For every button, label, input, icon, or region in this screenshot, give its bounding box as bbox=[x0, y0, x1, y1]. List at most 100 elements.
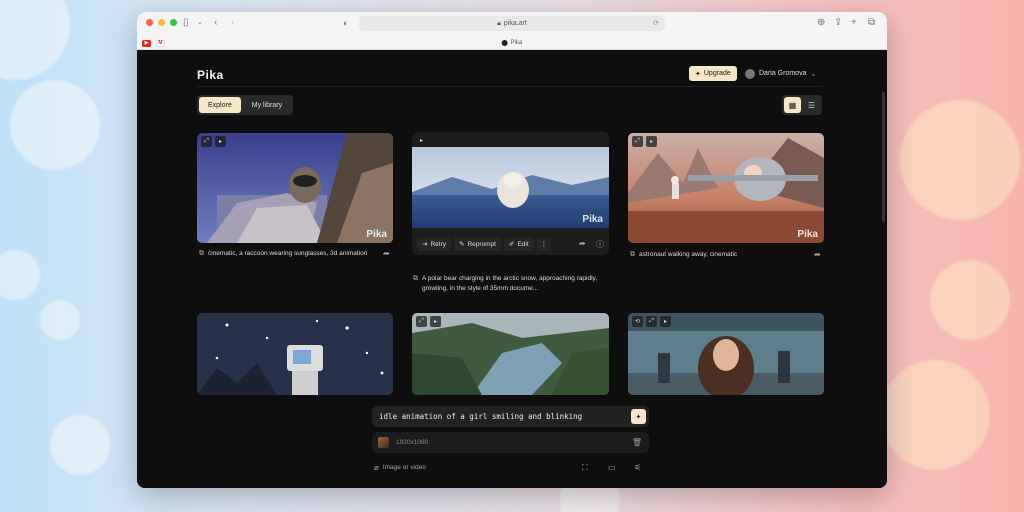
video-thumbnail-astronaut[interactable]: ⤢ ▸ Pika bbox=[628, 133, 824, 243]
share-icon[interactable]: ➦ bbox=[383, 249, 390, 258]
pika-page: Pika ✦ Upgrade Daria Gromova ⌄ Explore M… bbox=[137, 50, 887, 488]
asset-thumbnail[interactable] bbox=[378, 437, 389, 448]
edit-label: Edit bbox=[517, 240, 529, 248]
caption-polar-bear: ⧉ A polar bear charging in the arctic sn… bbox=[413, 274, 607, 294]
prompt-input[interactable]: idle animation of a girl smiling and bli… bbox=[372, 406, 649, 427]
share-icon[interactable]: ➦ bbox=[814, 250, 821, 259]
video-thumbnail-robot[interactable] bbox=[197, 313, 393, 395]
chevron-down-icon[interactable]: ⌄ bbox=[197, 16, 203, 30]
expand-icon[interactable]: ⤢ bbox=[201, 136, 212, 147]
list-view-icon[interactable]: ☰ bbox=[803, 97, 820, 113]
robot-snow-scene bbox=[197, 313, 393, 395]
more-options-button[interactable]: ⋮ bbox=[536, 237, 552, 251]
chevron-down-icon: ⌄ bbox=[810, 70, 817, 78]
tab-overview-icon[interactable]: ⧉ bbox=[868, 16, 875, 30]
zoom-window-button[interactable] bbox=[170, 19, 177, 26]
reprompt-button[interactable]: ✎ Reprompt bbox=[453, 237, 501, 251]
bokeh-light bbox=[10, 80, 100, 170]
expand-icon[interactable]: ⤢ bbox=[632, 136, 643, 147]
address-bar[interactable]: 🔒︎ pika.art ⟳ bbox=[359, 16, 665, 31]
refresh-icon[interactable]: ⟲ bbox=[632, 316, 643, 327]
thumbnail-controls: ⤢ ▸ bbox=[201, 136, 226, 147]
video-thumbnail-polar-bear[interactable]: Pika bbox=[412, 147, 609, 228]
video-card-polar-bear[interactable]: ▸ Pika ⇥ Retry ✎ Reprompt ✐ Edit ⋮ ➦ ⓘ bbox=[412, 132, 609, 255]
settings-sliders-icon[interactable]: ⚟ bbox=[634, 463, 641, 472]
privacy-shield-icon[interactable]: ◐ bbox=[343, 16, 348, 30]
forward-arrow-icon[interactable]: › bbox=[231, 16, 234, 30]
video-thumbnail-coast[interactable]: ⤢ ▸ bbox=[412, 313, 609, 395]
attach-button[interactable]: ⌀ Image or video bbox=[374, 463, 426, 472]
generate-button[interactable]: ✦ bbox=[631, 409, 646, 424]
pika-watermark: Pika bbox=[582, 214, 603, 225]
sidebar-toggle-icon[interactable]: ▯ bbox=[183, 16, 189, 30]
caption-text: A polar bear charging in the arctic snow… bbox=[422, 275, 598, 292]
sparkle-icon: ✦ bbox=[695, 70, 701, 78]
caption-text: cinematic, a raccoon wearing sunglasses,… bbox=[208, 250, 368, 257]
download-icon[interactable]: ⊕ bbox=[817, 16, 825, 30]
sparkle-icon: ✦ bbox=[635, 411, 642, 422]
play-icon[interactable]: ▸ bbox=[646, 136, 657, 147]
avatar bbox=[745, 68, 755, 79]
play-icon[interactable]: ▸ bbox=[215, 136, 226, 147]
play-icon[interactable]: ▸ bbox=[416, 135, 427, 146]
expand-icon[interactable]: ⤢ bbox=[416, 316, 427, 327]
tab-my-library[interactable]: My library bbox=[243, 97, 291, 113]
asset-resolution: 1920x1080 bbox=[396, 439, 429, 446]
prompt-text: idle animation of a girl smiling and bli… bbox=[379, 412, 583, 421]
paperclip-icon: ⌀ bbox=[374, 463, 379, 472]
tab-explore[interactable]: Explore bbox=[199, 97, 241, 113]
upgrade-button[interactable]: ✦ Upgrade bbox=[689, 66, 737, 81]
edit-button[interactable]: ✐ Edit bbox=[503, 237, 534, 251]
attach-label: Image or video bbox=[382, 464, 426, 471]
gmail-favicon-icon[interactable]: M bbox=[156, 39, 165, 47]
share-icon[interactable]: ⇪ bbox=[834, 16, 842, 30]
trash-icon[interactable]: 🗑︎ bbox=[632, 438, 642, 447]
page-scrollbar[interactable] bbox=[882, 92, 885, 222]
user-menu[interactable]: Daria Gromova ⌄ bbox=[745, 66, 816, 81]
thumbnail-controls: ⤢ ▸ bbox=[416, 316, 441, 327]
retry-button[interactable]: ⇥ Retry bbox=[417, 237, 451, 251]
expand-icon[interactable]: ⤢ bbox=[646, 316, 657, 327]
bokeh-light bbox=[40, 300, 80, 340]
youtube-favicon-icon[interactable]: ▶ bbox=[142, 39, 151, 47]
more-vertical-icon: ⋮ bbox=[540, 241, 548, 248]
magic-wand-icon: ✐ bbox=[508, 241, 515, 248]
raccoon-scene bbox=[197, 133, 393, 243]
layout-toggle: ▦ ☰ bbox=[782, 95, 822, 115]
play-icon[interactable]: ▸ bbox=[430, 316, 441, 327]
composer-tools: ⌀ Image or video ⛶ ▭ ⚟ bbox=[372, 463, 649, 475]
back-arrow-icon[interactable]: ‹ bbox=[214, 16, 217, 30]
bokeh-light bbox=[930, 260, 1010, 340]
browser-chrome: ▯ ⌄ ‹ › ◐ 🔒︎ pika.art ⟳ ⊕ ⇪ + ⧉ ▶ M Pika bbox=[137, 12, 887, 50]
play-icon[interactable]: ▸ bbox=[660, 316, 671, 327]
coastline-scene bbox=[412, 313, 609, 395]
pika-logo[interactable]: Pika bbox=[197, 68, 224, 82]
video-thumbnail-girl-subway[interactable]: ⟲ ⤢ ▸ bbox=[628, 313, 824, 395]
caption-raccoon: ⧉ cinematic, a raccoon wearing sunglasse… bbox=[199, 249, 379, 259]
active-tab[interactable]: Pika bbox=[501, 40, 523, 46]
camera-icon[interactable]: ▭ bbox=[608, 463, 616, 472]
share-icon[interactable]: ➦ bbox=[579, 239, 586, 248]
video-thumbnail-raccoon[interactable]: ⤢ ▸ Pika bbox=[197, 133, 393, 243]
caption-astronaut: ⧉ astronaut walking away, cinematic bbox=[630, 250, 810, 260]
bokeh-light bbox=[0, 0, 70, 80]
traffic-lights bbox=[146, 19, 177, 26]
polar-bear-scene bbox=[412, 147, 609, 228]
copy-icon[interactable]: ⧉ bbox=[199, 249, 204, 259]
aspect-ratio-icon[interactable]: ⛶ bbox=[582, 463, 588, 473]
bokeh-light bbox=[50, 415, 110, 475]
tab-title: Pika bbox=[510, 40, 523, 46]
pika-watermark: Pika bbox=[797, 229, 818, 240]
close-window-button[interactable] bbox=[146, 19, 153, 26]
new-tab-icon[interactable]: + bbox=[851, 16, 857, 30]
minimize-window-button[interactable] bbox=[158, 19, 165, 26]
copy-icon[interactable]: ⧉ bbox=[413, 274, 418, 294]
view-tabs: Explore My library bbox=[197, 95, 294, 115]
reload-icon[interactable]: ⟳ bbox=[653, 19, 659, 27]
grid-view-icon[interactable]: ▦ bbox=[784, 97, 801, 113]
pika-watermark: Pika bbox=[366, 229, 387, 240]
copy-icon[interactable]: ⧉ bbox=[630, 250, 635, 260]
astronaut-scene bbox=[628, 133, 824, 243]
thumbnail-controls: ⤢ ▸ bbox=[632, 136, 657, 147]
info-icon[interactable]: ⓘ bbox=[596, 239, 604, 250]
